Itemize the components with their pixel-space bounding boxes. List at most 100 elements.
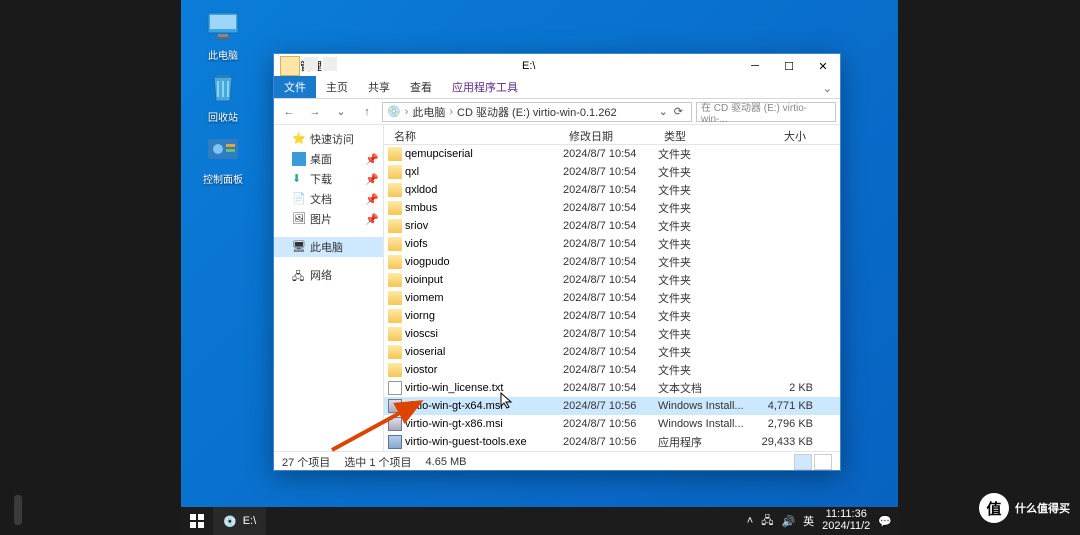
file-type: 文件夹 [658,290,753,306]
nav-desktop[interactable]: 桌面📌 [274,149,383,169]
close-button[interactable]: ✕ [806,54,840,78]
tab-share[interactable]: 共享 [358,76,400,98]
nav-pictures[interactable]: 🖼图片📌 [274,209,383,229]
col-size[interactable]: 大小 [753,125,813,144]
file-row[interactable]: virtio-win_license.txt2024/8/7 10:54文本文档… [384,379,840,397]
tray-up-icon[interactable]: ˄ [747,515,753,527]
file-name: vioserial [405,346,563,358]
file-row[interactable]: vioscsi2024/8/7 10:54文件夹 [384,325,840,343]
system-tray: ˄ 🖧 🔊 英 11:11:362024/11/2 💬 [747,509,898,532]
file-date: 2024/8/7 10:54 [563,238,658,250]
nav-downloads[interactable]: ⬇下载📌 [274,169,383,189]
file-type: 文件夹 [658,362,753,378]
folder-icon [388,327,402,341]
col-date[interactable]: 修改日期 [563,125,658,144]
crumb[interactable]: 此电脑 [412,104,445,120]
file-row[interactable]: viogpudo2024/8/7 10:54文件夹 [384,253,840,271]
file-date: 2024/8/7 10:54 [563,220,658,232]
file-date: 2024/8/7 10:54 [563,202,658,214]
up-button[interactable]: ↑ [356,101,378,123]
file-row[interactable]: qxl2024/8/7 10:54文件夹 [384,163,840,181]
file-row[interactable]: viostor2024/8/7 10:54文件夹 [384,361,840,379]
crumb[interactable]: CD 驱动器 (E:) virtio-win-0.1.262 [457,104,617,120]
network-icon: 🖧 [292,268,306,282]
col-type[interactable]: 类型 [658,125,753,144]
desktop-label: 此电脑 [208,47,238,62]
file-row[interactable]: vioserial2024/8/7 10:54文件夹 [384,343,840,361]
nav-quick-access[interactable]: ⭐快速访问 [274,129,383,149]
nav-documents[interactable]: 📄文档📌 [274,189,383,209]
file-name: viomem [405,292,563,304]
file-date: 2024/8/7 10:54 [563,292,658,304]
file-row[interactable]: virtio-win-gt-x86.msi2024/8/7 10:56Windo… [384,415,840,433]
ribbon-tabs: 文件 主页 共享 查看 应用程序工具 ⌄ [274,78,840,98]
start-button[interactable] [181,507,213,535]
file-name: qxldod [405,184,563,196]
taskbar-clock[interactable]: 11:11:362024/11/2 [822,509,870,532]
file-name: virtio-win-guest-tools.exe [405,436,563,448]
minimize-button[interactable]: ─ [738,54,772,78]
recyclebin-icon [205,70,241,106]
titlebar[interactable]: 管理 E:\ ─ ☐ ✕ [274,54,840,78]
desktop-icon [292,152,306,166]
view-large-button[interactable] [814,454,832,470]
file-name: virtio-win-gt-x86.msi [405,418,563,430]
desktop-label: 回收站 [208,109,238,124]
file-date: 2024/8/7 10:56 [563,418,658,430]
status-size: 4.65 MB [426,456,467,468]
qat-btn[interactable] [304,57,318,71]
search-input[interactable]: 在 CD 驱动器 (E:) virtio-win-... [696,102,836,122]
breadcrumb-bar[interactable]: 💿 › 此电脑 › CD 驱动器 (E:) virtio-win-0.1.262… [382,102,692,122]
view-details-button[interactable] [794,454,812,470]
tray-network-icon[interactable]: 🖧 [761,512,773,531]
file-date: 2024/8/7 10:54 [563,382,658,394]
qat-btn[interactable] [323,57,337,71]
tray-notifications-icon[interactable]: 💬 [878,515,892,528]
file-row[interactable]: smbus2024/8/7 10:54文件夹 [384,199,840,217]
star-icon: ⭐ [292,132,306,146]
forward-button[interactable]: → [304,101,326,123]
file-row[interactable]: viofs2024/8/7 10:54文件夹 [384,235,840,253]
file-row[interactable]: virtio-win-gt-x64.msi2024/8/7 10:56Windo… [384,397,840,415]
tray-volume-icon[interactable]: 🔊 [781,515,795,528]
folder-icon [388,165,402,179]
tab-view[interactable]: 查看 [400,76,442,98]
file-row[interactable]: vioinput2024/8/7 10:54文件夹 [384,271,840,289]
window-title: E:\ [522,60,535,72]
file-date: 2024/8/7 10:54 [563,256,658,268]
tray-ime[interactable]: 英 [803,513,814,529]
file-row[interactable]: qxldod2024/8/7 10:54文件夹 [384,181,840,199]
refresh-button[interactable]: ⟳ [670,105,687,118]
nav-network[interactable]: 🖧网络 [274,265,383,285]
desktop-label: 控制面板 [203,171,243,186]
tab-apptools[interactable]: 应用程序工具 [442,76,528,98]
folder-icon [388,363,402,377]
file-row[interactable]: viomem2024/8/7 10:54文件夹 [384,289,840,307]
file-icon [388,435,402,449]
back-button[interactable]: ← [278,101,300,123]
status-bar: 27 个项目 选中 1 个项目 4.65 MB [274,451,840,471]
file-row[interactable]: qemupciserial2024/8/7 10:54文件夹 [384,145,840,163]
maximize-button[interactable]: ☐ [772,54,806,78]
file-row[interactable]: virtio-win-guest-tools.exe2024/8/7 10:56… [384,433,840,451]
file-date: 2024/8/7 10:54 [563,148,658,160]
tab-file[interactable]: 文件 [274,76,316,98]
file-row[interactable]: viorng2024/8/7 10:54文件夹 [384,307,840,325]
file-explorer-window: 管理 E:\ ─ ☐ ✕ 文件 主页 共享 查看 应用程序工具 ⌄ ← → ⌄ … [273,53,841,471]
desktop-icon-controlpanel[interactable]: 控制面板 [199,132,247,186]
file-row[interactable]: sriov2024/8/7 10:54文件夹 [384,217,840,235]
tab-home[interactable]: 主页 [316,76,358,98]
desktop-icon-thispc[interactable]: 此电脑 [199,8,247,62]
col-name[interactable]: 名称 [388,125,563,144]
taskbar-app-explorer[interactable]: 💿E:\ [213,507,266,535]
file-name: virtio-win_license.txt [405,382,563,394]
folder-icon [388,183,402,197]
file-name: vioinput [405,274,563,286]
file-type: 文本文档 [658,380,753,396]
desktop-icon-recyclebin[interactable]: 回收站 [199,70,247,124]
ribbon-expand[interactable]: ⌄ [815,79,840,98]
file-size: 2,796 KB [753,418,813,430]
recent-button[interactable]: ⌄ [330,101,352,123]
column-headers: 名称 修改日期 类型 大小 [384,125,840,145]
nav-thispc[interactable]: 🖥此电脑 [274,237,383,257]
